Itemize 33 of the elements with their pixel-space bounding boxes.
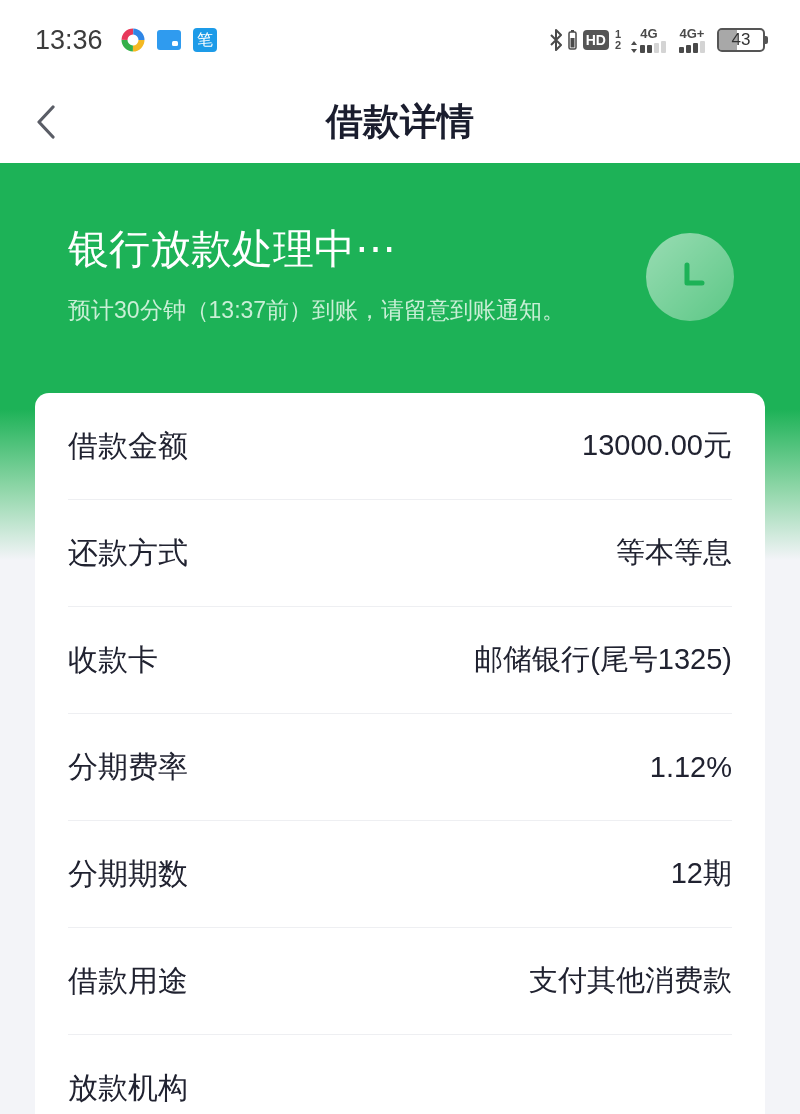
detail-label: 借款金额 xyxy=(68,427,188,464)
detail-label: 借款用途 xyxy=(68,962,188,999)
chevron-left-icon xyxy=(36,105,56,139)
app-notification-tile: 笔 xyxy=(192,28,217,52)
detail-value: 邮储银行(尾号1325) xyxy=(474,642,732,677)
detail-label: 分期期数 xyxy=(68,855,188,892)
colorful-ring-icon xyxy=(120,28,145,52)
page-title: 借款详情 xyxy=(326,99,474,144)
network-type-label: 4G xyxy=(640,27,658,40)
status-heading: 银行放款处理中⋯ xyxy=(68,225,397,273)
signal-bars-icon xyxy=(679,41,705,53)
hd-indicator: HD xyxy=(582,30,609,50)
battery-indicator: 43 xyxy=(717,28,765,52)
chat-bubble-icon xyxy=(156,30,181,50)
bluetooth-icon xyxy=(549,29,562,51)
signal-bars-icon xyxy=(631,41,667,53)
detail-label: 收款卡 xyxy=(68,641,158,678)
detail-value: 12期 xyxy=(670,856,732,891)
detail-value: 支付其他消费款 xyxy=(529,963,732,998)
status-note: 预计30分钟（13:37前）到账，请留意到账通知。 xyxy=(68,296,566,325)
detail-label: 还款方式 xyxy=(68,534,188,571)
detail-value: 等本等息 xyxy=(616,535,732,570)
sim-number: 2 xyxy=(614,40,621,51)
battery-tip-icon xyxy=(765,36,768,44)
network-type-label: 4G+ xyxy=(679,27,705,40)
clock-icon xyxy=(646,233,734,321)
sim-number: 1 xyxy=(614,29,621,40)
detail-label: 分期费率 xyxy=(68,748,188,785)
detail-label: 放款机构 xyxy=(68,1070,188,1106)
detail-value: 13000.00元 xyxy=(582,428,732,463)
small-battery-icon xyxy=(567,30,577,50)
status-time: 13:36 xyxy=(35,24,103,56)
detail-value: 1.12% xyxy=(649,750,732,784)
